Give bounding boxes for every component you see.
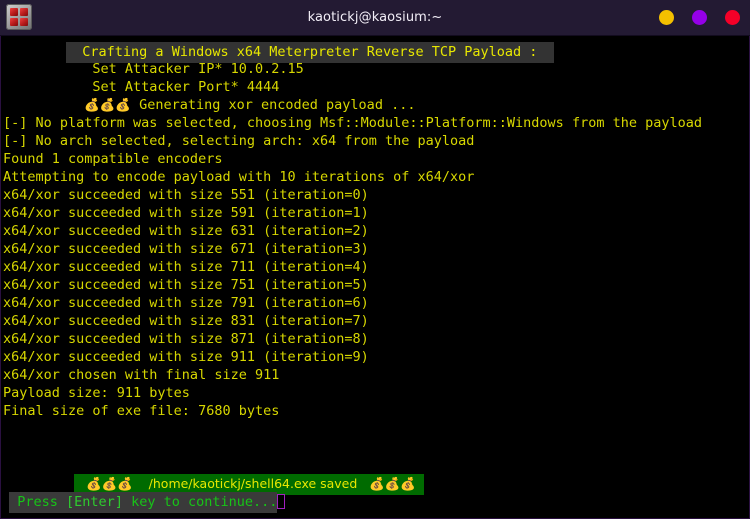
- icon-square-1: [10, 8, 18, 16]
- iteration-line: x64/xor succeeded with size 711 (iterati…: [3, 259, 369, 275]
- window-title: kaotickj@kaosium:~: [307, 10, 443, 25]
- iteration-line: x64/xor succeeded with size 871 (iterati…: [3, 331, 369, 347]
- iteration-line: x64/xor succeeded with size 591 (iterati…: [3, 205, 369, 221]
- prompt-segment: Press [Enter] key to continue...: [9, 492, 278, 513]
- message-line-encoders: Found 1 compatible encoders: [3, 151, 223, 167]
- iteration-line: x64/xor succeeded with size 551 (iterati…: [3, 187, 369, 203]
- summary-line-payload-size: Payload size: 911 bytes: [3, 385, 190, 401]
- setting-ip-indent: [3, 60, 92, 78]
- prompt-after-text: key to continue...: [122, 494, 278, 510]
- setting-port-text: Set Attacker Port* 4444: [92, 79, 280, 95]
- message-line-platform: [-] No platform was selected, choosing M…: [3, 115, 702, 131]
- saved-banner-indent: [1, 475, 74, 493]
- setting-line-port: Set Attacker Port* 4444: [1, 78, 749, 96]
- message-line-attempting: Attempting to encode payload with 10 ite…: [3, 169, 475, 185]
- title-bar[interactable]: kaotickj@kaosium:~: [0, 0, 750, 36]
- icon-square-2: [20, 8, 28, 16]
- icon-square-4: [20, 18, 28, 26]
- prompt-enter-key: [Enter]: [66, 494, 123, 510]
- message-line-arch: [-] No arch selected, selecting arch: x6…: [3, 133, 475, 149]
- terminal-output[interactable]: Crafting a Windows x64 Meterpreter Rever…: [0, 36, 750, 519]
- terminal-app-icon[interactable]: [6, 4, 32, 30]
- summary-line-chosen: x64/xor chosen with final size 911: [3, 367, 280, 383]
- setting-port-indent: [3, 78, 92, 96]
- generating-text: Generating xor encoded payload ...: [130, 97, 416, 113]
- iteration-line: x64/xor succeeded with size 911 (iterati…: [3, 349, 369, 365]
- maximize-button[interactable]: [692, 10, 707, 25]
- prompt-indent: [1, 493, 9, 511]
- summary-line-exe-size: Final size of exe file: 7680 bytes: [3, 403, 280, 419]
- iteration-line: x64/xor succeeded with size 751 (iterati…: [3, 277, 369, 293]
- iteration-line: x64/xor succeeded with size 671 (iterati…: [3, 241, 369, 257]
- window-buttons: [659, 0, 740, 35]
- saved-banner-line: 💰💰💰 /home/kaotickj/shell64.exe saved 💰💰💰: [1, 474, 749, 495]
- minimize-button[interactable]: [659, 10, 674, 25]
- generating-indent: [3, 96, 84, 114]
- setting-ip-text: Set Attacker IP* 10.0.2.15: [92, 61, 304, 77]
- prompt-before-text: Press: [9, 494, 67, 510]
- icon-square-3: [10, 18, 18, 26]
- crafting-header-line: Crafting a Windows x64 Meterpreter Rever…: [1, 42, 749, 63]
- text-cursor: [277, 494, 286, 509]
- iteration-line: x64/xor succeeded with size 631 (iterati…: [3, 223, 369, 239]
- iteration-line: x64/xor succeeded with size 791 (iterati…: [3, 295, 369, 311]
- header-indent: [1, 43, 66, 61]
- iteration-line: x64/xor succeeded with size 831 (iterati…: [3, 313, 369, 329]
- money-bag-icon: 💰💰💰: [84, 97, 131, 112]
- generating-line: 💰💰💰 Generating xor encoded payload ...: [1, 96, 749, 114]
- close-button[interactable]: [725, 10, 740, 25]
- terminal-window: kaotickj@kaosium:~ Crafting a Windows x6…: [0, 0, 750, 519]
